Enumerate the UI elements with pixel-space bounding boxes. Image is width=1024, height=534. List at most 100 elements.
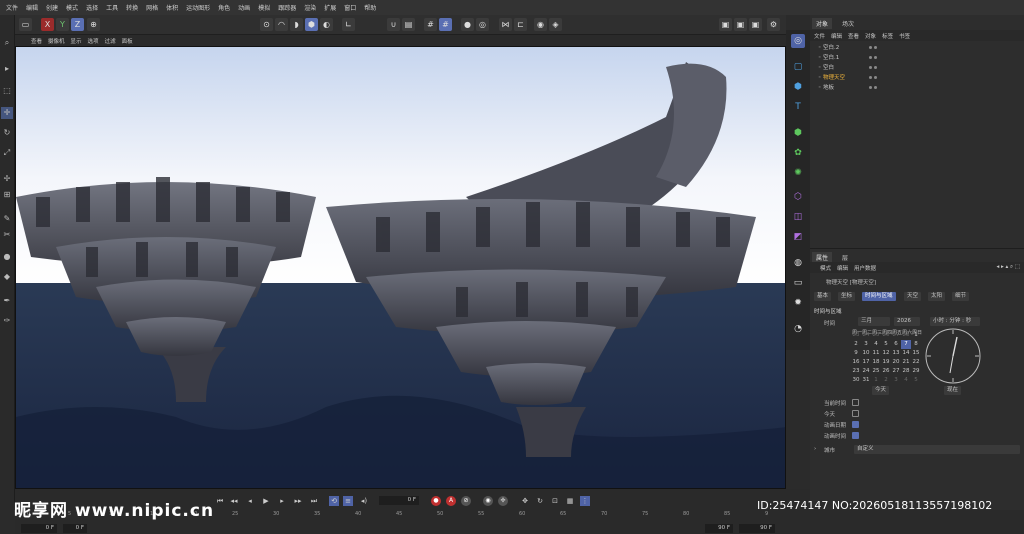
axis-x-button[interactable]: X: [41, 18, 54, 31]
calendar-day[interactable]: 4: [871, 340, 881, 349]
brush-icon[interactable]: ✎: [1, 213, 13, 225]
attr-menu-userdata[interactable]: 用户数据: [854, 264, 876, 272]
cube-icon[interactable]: ⬢: [791, 80, 805, 94]
om-menu-file[interactable]: 文件: [814, 32, 825, 40]
tab-takes[interactable]: 场次: [838, 18, 858, 29]
calendar-day[interactable]: 7: [901, 340, 911, 349]
calendar-day[interactable]: 16: [851, 358, 861, 367]
visibility-dots-icon[interactable]: [867, 75, 877, 81]
calendar-day[interactable]: 28: [901, 367, 911, 376]
menu-item-14[interactable]: 渲染: [300, 3, 320, 12]
play-icon[interactable]: ▶: [261, 496, 271, 506]
menu-item-15[interactable]: 扩展: [320, 3, 340, 12]
menu-item-9[interactable]: 运动图形: [182, 3, 214, 12]
environment-icon[interactable]: ◍: [791, 256, 805, 270]
viewport-menu-item-5[interactable]: 面板: [122, 37, 133, 45]
calendar-day[interactable]: 26: [881, 367, 891, 376]
render-settings-icon[interactable]: ◈: [549, 18, 562, 31]
edge-mode-icon[interactable]: ◠: [275, 18, 288, 31]
checkbox[interactable]: [852, 399, 859, 406]
calendar-day[interactable]: 12: [881, 349, 891, 358]
object-row[interactable]: ◦ 物理天空: [810, 73, 1024, 83]
rotation-key-icon[interactable]: ↻: [535, 496, 545, 506]
visibility-dots-icon[interactable]: [867, 85, 877, 91]
calendar-day[interactable]: 3: [861, 340, 871, 349]
calendar-day[interactable]: 20: [891, 358, 901, 367]
object-mode-icon[interactable]: ◐: [320, 18, 333, 31]
calendar-day[interactable]: 27: [891, 331, 901, 340]
calendar-day[interactable]: 24: [861, 331, 871, 340]
calendar-day[interactable]: 24: [861, 367, 871, 376]
position-key-icon[interactable]: ✥: [520, 496, 530, 506]
month-select[interactable]: 三月: [858, 317, 890, 326]
viewport-menu-item-1[interactable]: 摄像机: [48, 37, 65, 45]
bevel-icon[interactable]: ⊏: [514, 18, 527, 31]
menu-item-7[interactable]: 网格: [142, 3, 162, 12]
object-row[interactable]: ◦ 空白.1: [810, 53, 1024, 63]
calendar-day[interactable]: 10: [861, 349, 871, 358]
calendar-day[interactable]: 2: [881, 376, 891, 385]
time-format-select[interactable]: 小时 : 分钟 : 秒: [930, 317, 980, 326]
menu-item-0[interactable]: 文件: [2, 3, 22, 12]
viewport-menu-item-0[interactable]: 查看: [31, 37, 42, 45]
om-menu-tags[interactable]: 标签: [882, 32, 893, 40]
axis-icon[interactable]: ✢: [1, 173, 13, 185]
year-field[interactable]: 2026: [894, 317, 920, 326]
calendar-day[interactable]: 5: [881, 340, 891, 349]
analog-clock[interactable]: [924, 327, 982, 385]
snap-icon[interactable]: ∟: [342, 18, 355, 31]
object-name[interactable]: 地板: [823, 83, 867, 93]
light-icon[interactable]: ✹: [791, 296, 805, 310]
rotate-icon[interactable]: ↻: [1, 127, 13, 139]
calendar-day[interactable]: 25: [871, 331, 881, 340]
menu-item-11[interactable]: 动画: [234, 3, 254, 12]
motion-icon[interactable]: ✢: [498, 496, 508, 506]
generator-icon[interactable]: ⬢: [791, 126, 805, 140]
knife-icon[interactable]: ✂: [1, 229, 13, 241]
spline-icon[interactable]: ✑: [1, 315, 13, 327]
calendar-day[interactable]: 26: [881, 331, 891, 340]
end-frame-field[interactable]: 90 F: [705, 524, 733, 533]
object-row[interactable]: ◦ 空白: [810, 63, 1024, 73]
calendar-day[interactable]: 21: [901, 358, 911, 367]
menu-item-12[interactable]: 模拟: [254, 3, 274, 12]
next-frame-icon[interactable]: ▸: [277, 496, 287, 506]
magnet-icon[interactable]: ∪: [387, 18, 400, 31]
calendar-day[interactable]: 1: [871, 376, 881, 385]
menu-item-2[interactable]: 创建: [42, 3, 62, 12]
nav-arrows-icon[interactable]: ◂ ▸ ▴ ⌕ ⬚: [996, 264, 1020, 271]
go-start-icon[interactable]: ⏮: [215, 496, 225, 506]
visibility-dots-icon[interactable]: [867, 45, 877, 51]
subtab-3[interactable]: 天空: [904, 292, 922, 301]
calendar-day[interactable]: 22: [911, 358, 921, 367]
subtab-4[interactable]: 太阳: [928, 292, 946, 301]
now-button[interactable]: 现在: [944, 386, 962, 395]
calendar-day[interactable]: 11: [871, 349, 881, 358]
coordinate-system-icon[interactable]: ⊕: [87, 18, 100, 31]
visibility-dots-icon[interactable]: [867, 65, 877, 71]
menu-item-13[interactable]: 跟踪器: [274, 3, 300, 12]
menu-item-4[interactable]: 选择: [82, 3, 102, 12]
next-key-icon[interactable]: ▸▸: [293, 496, 303, 506]
calendar-day[interactable]: 18: [871, 358, 881, 367]
object-row[interactable]: ◦ 地板: [810, 83, 1024, 93]
cloner-icon[interactable]: ✿: [791, 146, 805, 160]
camera-icon[interactable]: ◎: [791, 34, 805, 48]
subtab-0[interactable]: 基本: [814, 292, 832, 301]
render-gear-icon[interactable]: ⚙: [767, 18, 780, 31]
symmetry-icon[interactable]: ⋈: [499, 18, 512, 31]
axis-y-button[interactable]: Y: [56, 18, 69, 31]
calendar-day[interactable]: 30: [851, 376, 861, 385]
live-select-icon[interactable]: ⬚: [1, 85, 13, 97]
calendar-day[interactable]: 17: [861, 358, 871, 367]
subtab-1[interactable]: 坐标: [838, 292, 856, 301]
effector-icon[interactable]: ✺: [791, 166, 805, 180]
sound-icon[interactable]: ◂): [359, 496, 369, 506]
start-frame-field[interactable]: 0 F: [21, 524, 57, 533]
workplane-icon[interactable]: ▤: [402, 18, 415, 31]
go-end-icon[interactable]: ⏭: [309, 496, 319, 506]
move-icon[interactable]: ✛: [1, 107, 13, 119]
camera-object-icon[interactable]: ▭: [791, 276, 805, 290]
prev-frame-icon[interactable]: ◂: [245, 496, 255, 506]
polygon-mode-icon[interactable]: ◗: [290, 18, 303, 31]
